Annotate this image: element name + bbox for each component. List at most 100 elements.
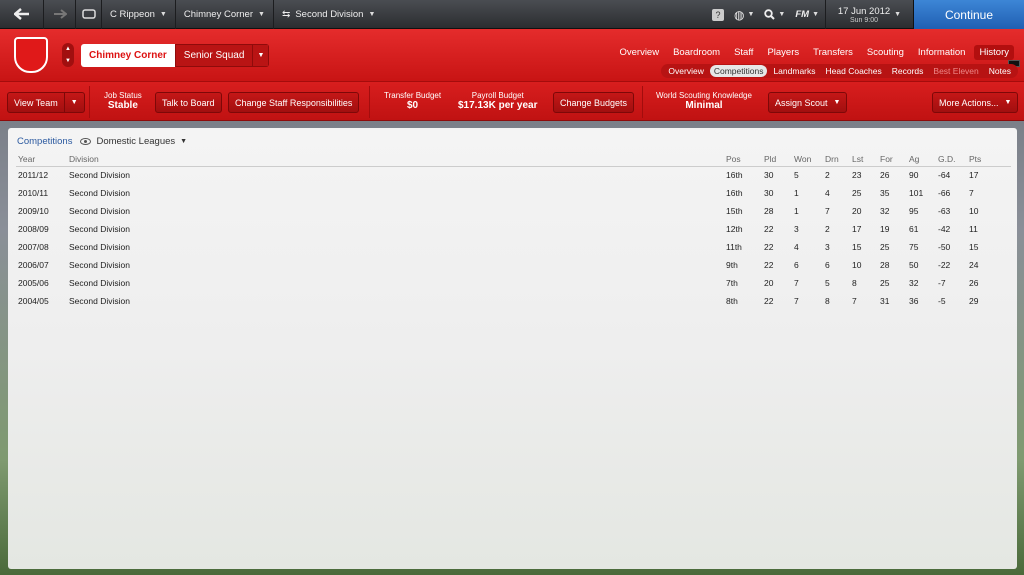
subnav-competitions[interactable]: Competitions	[709, 65, 768, 77]
table-row[interactable]: 2004/05 Second Division 8th 22 7 8 7 31 36 -5 29	[16, 292, 1011, 310]
nav-overview[interactable]: Overview	[614, 45, 664, 60]
table-row[interactable]: 2011/12 Second Division 16th 30 5 2 23 26 90 -64 1…	[16, 166, 1011, 184]
cell-ag: 50	[909, 260, 919, 270]
cell-pld: 30	[764, 188, 774, 198]
job-status: Job Status Stable	[104, 91, 142, 111]
cell-pld: 30	[764, 170, 774, 181]
cell-lst: 23	[852, 170, 862, 181]
cell-gd: -50	[938, 242, 951, 252]
cell-year: 2004/05	[18, 296, 49, 306]
payroll-budget-label: Payroll Budget	[471, 91, 524, 100]
nav-history[interactable]: History	[974, 45, 1014, 60]
cell-pts: 11	[969, 224, 978, 234]
table-row[interactable]: 2010/11 Second Division 16th 30 1 4 25 35 101 -66…	[16, 184, 1011, 202]
cell-pts: 24	[969, 260, 979, 270]
table-row[interactable]: 2007/08 Second Division 11th 22 4 3 15 25 75 -50 1…	[16, 238, 1011, 256]
subnav-head-coaches[interactable]: Head Coaches	[822, 65, 886, 77]
talk-to-board-button[interactable]: Talk to Board	[155, 92, 222, 113]
cell-for: 25	[880, 242, 890, 252]
cell-lst: 15	[852, 242, 862, 252]
assign-scout-button[interactable]: Assign Scout ▼	[768, 92, 848, 113]
club-name: Chimney Corner	[183, 8, 253, 20]
transfer-budget-value: $0	[406, 100, 419, 111]
table-row[interactable]: 2009/10 Second Division 15th 28 1 7 20 32 95 -63 1…	[16, 202, 1011, 220]
change-budgets-button[interactable]: Change Budgets	[553, 92, 635, 113]
view-team-button[interactable]: View Team ▼	[7, 92, 85, 113]
subnav-landmarks[interactable]: Landmarks	[769, 65, 819, 77]
cell-drn: 4	[825, 188, 830, 198]
manager-menu[interactable]: C Rippeon ▼	[102, 0, 176, 29]
column-header-drn[interactable]: Drn	[825, 152, 852, 167]
action-bar: View Team ▼ Job Status Stable Talk to Bo…	[0, 81, 1024, 121]
sub-nav: Overview Competitions Landmarks Head Coa…	[661, 64, 1018, 78]
column-header-pts[interactable]: Pts	[969, 152, 1011, 167]
column-header-for[interactable]: For	[880, 152, 909, 167]
league-filter-value: Domestic Leagues	[96, 136, 176, 147]
club-crest-icon	[14, 37, 48, 73]
column-header-ag[interactable]: Ag	[909, 152, 938, 167]
cell-drn: 6	[825, 260, 830, 270]
nav-scouting[interactable]: Scouting	[862, 45, 909, 60]
cell-ag: 90	[909, 170, 919, 181]
team-selector[interactable]: Chimney Corner Senior Squad ▼	[81, 44, 270, 67]
job-status-label: Job Status	[104, 91, 142, 100]
competition-menu[interactable]: ⇆ Second Division ▼	[274, 0, 383, 29]
payroll-budget: Payroll Budget $17.13K per year	[458, 91, 538, 111]
search-icon[interactable]: ▼	[764, 9, 785, 20]
squad-name[interactable]: Senior Squad	[174, 44, 254, 67]
cell-year: 2007/08	[18, 242, 49, 252]
cell-ag: 61	[909, 224, 919, 234]
league-filter-dropdown[interactable]: Domestic Leagues ▼	[80, 136, 187, 147]
cell-year: 2006/07	[18, 260, 49, 270]
column-header-year[interactable]: Year	[16, 152, 69, 167]
nav-boardroom[interactable]: Boardroom	[668, 45, 725, 60]
cell-pld: 22	[764, 242, 774, 252]
job-status-value: Stable	[107, 100, 138, 111]
nav-staff[interactable]: Staff	[729, 45, 758, 60]
cell-division: Second Division	[69, 224, 130, 234]
panel-header: Competitions Domestic Leagues ▼	[17, 136, 187, 147]
date-display[interactable]: 17 Jun 2012 Sun 9:00 ▼	[825, 0, 913, 29]
club-menu[interactable]: Chimney Corner ▼	[176, 0, 274, 29]
change-staff-responsibilities-button[interactable]: Change Staff Responsibilities	[228, 92, 360, 113]
competitions-table: Year Division Pos Pld Won Drn Lst For Ag…	[16, 152, 1011, 310]
continue-button[interactable]: Continue	[913, 0, 1024, 29]
forward-button[interactable]	[44, 0, 76, 29]
cell-ag: 101	[909, 188, 924, 198]
cell-gd: -5	[938, 296, 946, 306]
nav-information[interactable]: Information	[913, 45, 971, 60]
column-header-won[interactable]: Won	[794, 152, 825, 167]
fm-menu[interactable]: FM ▼	[795, 9, 819, 20]
table-row[interactable]: 2008/09 Second Division 12th 22 3 2 17 19 61 -42 1…	[16, 220, 1011, 238]
subnav-records[interactable]: Records	[888, 65, 928, 77]
table-row[interactable]: 2005/06 Second Division 7th 20 7 5 8 25 32 -7 26	[16, 274, 1011, 292]
column-header-gd[interactable]: G.D.	[938, 152, 969, 167]
home-button[interactable]	[76, 0, 102, 29]
chevron-down-icon[interactable]: ▼	[253, 44, 270, 67]
subnav-overview[interactable]: Overview	[664, 65, 707, 77]
cell-pts: 7	[969, 188, 974, 198]
scouting-knowledge: World Scouting Knowledge Minimal	[656, 91, 752, 111]
column-header-pld[interactable]: Pld	[764, 152, 794, 167]
table-row[interactable]: 2006/07 Second Division 9th 22 6 6 10 28 50 -22 24	[16, 256, 1011, 274]
eye-icon	[80, 138, 92, 145]
subnav-best-eleven[interactable]: Best Eleven	[929, 65, 982, 77]
scouting-knowledge-label: World Scouting Knowledge	[656, 91, 752, 100]
column-header-lst[interactable]: Lst	[852, 152, 880, 167]
help-icon[interactable]: ?	[711, 8, 724, 21]
column-header-division[interactable]: Division	[69, 152, 726, 167]
current-date: 17 Jun 2012	[837, 5, 891, 17]
forward-arrow-icon	[53, 9, 67, 19]
team-name[interactable]: Chimney Corner	[81, 44, 175, 67]
back-arrow-icon	[13, 8, 29, 20]
back-button[interactable]	[0, 0, 44, 29]
subnav-notes[interactable]: Notes	[985, 65, 1015, 77]
team-stepper[interactable]: ▲ ▼	[62, 43, 74, 67]
inbox-icon	[81, 9, 96, 19]
globe-icon[interactable]: ◍ ▼	[734, 8, 754, 22]
more-actions-button[interactable]: More Actions... ▼	[932, 92, 1019, 113]
nav-players[interactable]: Players	[762, 45, 804, 60]
column-header-pos[interactable]: Pos	[726, 152, 764, 167]
cell-gd: -22	[938, 260, 951, 270]
nav-transfers[interactable]: Transfers	[808, 45, 858, 60]
